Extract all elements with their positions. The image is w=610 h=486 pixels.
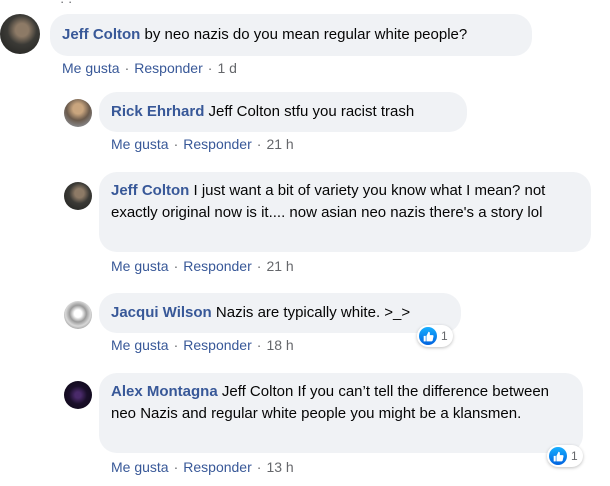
author-name[interactable]: Jacqui Wilson — [111, 304, 212, 321]
timestamp[interactable]: 13 h — [266, 459, 293, 475]
like-link[interactable]: Me gusta — [111, 337, 169, 353]
separator: · — [256, 459, 262, 475]
author-name[interactable]: Alex Montagna — [111, 383, 218, 400]
author-name[interactable]: Jeff Colton — [111, 182, 189, 199]
like-link[interactable]: Me gusta — [111, 459, 169, 475]
timestamp[interactable]: 18 h — [266, 337, 293, 353]
like-link[interactable]: Me gusta — [111, 136, 169, 152]
reply-link[interactable]: Responder — [134, 60, 203, 76]
separator: · — [173, 258, 179, 274]
comment-actions: Me gusta · Responder · 1 d — [62, 60, 237, 76]
reaction-count-badge[interactable]: 1 — [417, 325, 453, 347]
avatar[interactable] — [64, 381, 92, 409]
separator: · — [173, 459, 179, 475]
comment-bubble: Rick Ehrhard Jeff Colton stfu you racist… — [99, 92, 467, 132]
reaction-count-badge[interactable]: 1 — [547, 445, 583, 467]
comment-actions: Me gusta · Responder · 13 h — [111, 459, 294, 475]
author-name[interactable]: Rick Ehrhard — [111, 103, 204, 120]
comment-text: Nazis are typically white. >_> — [215, 304, 411, 321]
reply-link[interactable]: Responder — [183, 459, 252, 475]
reaction-count: 1 — [441, 329, 448, 343]
like-link[interactable]: Me gusta — [62, 60, 120, 76]
comment-bubble: Jacqui Wilson Nazis are typically white.… — [99, 293, 461, 333]
timestamp[interactable]: 21 h — [266, 136, 293, 152]
separator: · — [256, 337, 262, 353]
truncated-previous-actions: · · — [60, 0, 73, 9]
comment-text: by neo nazis do you mean regular white p… — [144, 26, 468, 43]
comment-actions: Me gusta · Responder · 18 h — [111, 337, 294, 353]
avatar[interactable] — [0, 14, 40, 54]
comment-text: Jeff Colton stfu you racist trash — [208, 103, 415, 120]
separator: · — [256, 258, 262, 274]
comment-actions: Me gusta · Responder · 21 h — [111, 136, 294, 152]
separator: · — [124, 60, 130, 76]
like-icon — [419, 327, 437, 345]
comment-bubble: Jeff Colton I just want a bit of variety… — [99, 172, 591, 252]
reply-link[interactable]: Responder — [183, 258, 252, 274]
separator: · — [173, 136, 179, 152]
reaction-count: 1 — [571, 449, 578, 463]
avatar[interactable] — [64, 182, 92, 210]
comment-actions: Me gusta · Responder · 21 h — [111, 258, 294, 274]
author-name[interactable]: Jeff Colton — [62, 26, 140, 43]
comment-bubble: Alex Montagna Jeff Colton If you can’t t… — [99, 373, 583, 453]
timestamp[interactable]: 21 h — [266, 258, 293, 274]
like-link[interactable]: Me gusta — [111, 258, 169, 274]
avatar[interactable] — [64, 99, 92, 127]
avatar[interactable] — [64, 301, 92, 329]
like-icon — [549, 447, 567, 465]
timestamp[interactable]: 1 d — [217, 60, 236, 76]
reply-link[interactable]: Responder — [183, 337, 252, 353]
reply-link[interactable]: Responder — [183, 136, 252, 152]
comment-bubble: Jeff Colton by neo nazis do you mean reg… — [50, 14, 532, 56]
separator: · — [256, 136, 262, 152]
separator: · — [173, 337, 179, 353]
separator: · — [207, 60, 213, 76]
